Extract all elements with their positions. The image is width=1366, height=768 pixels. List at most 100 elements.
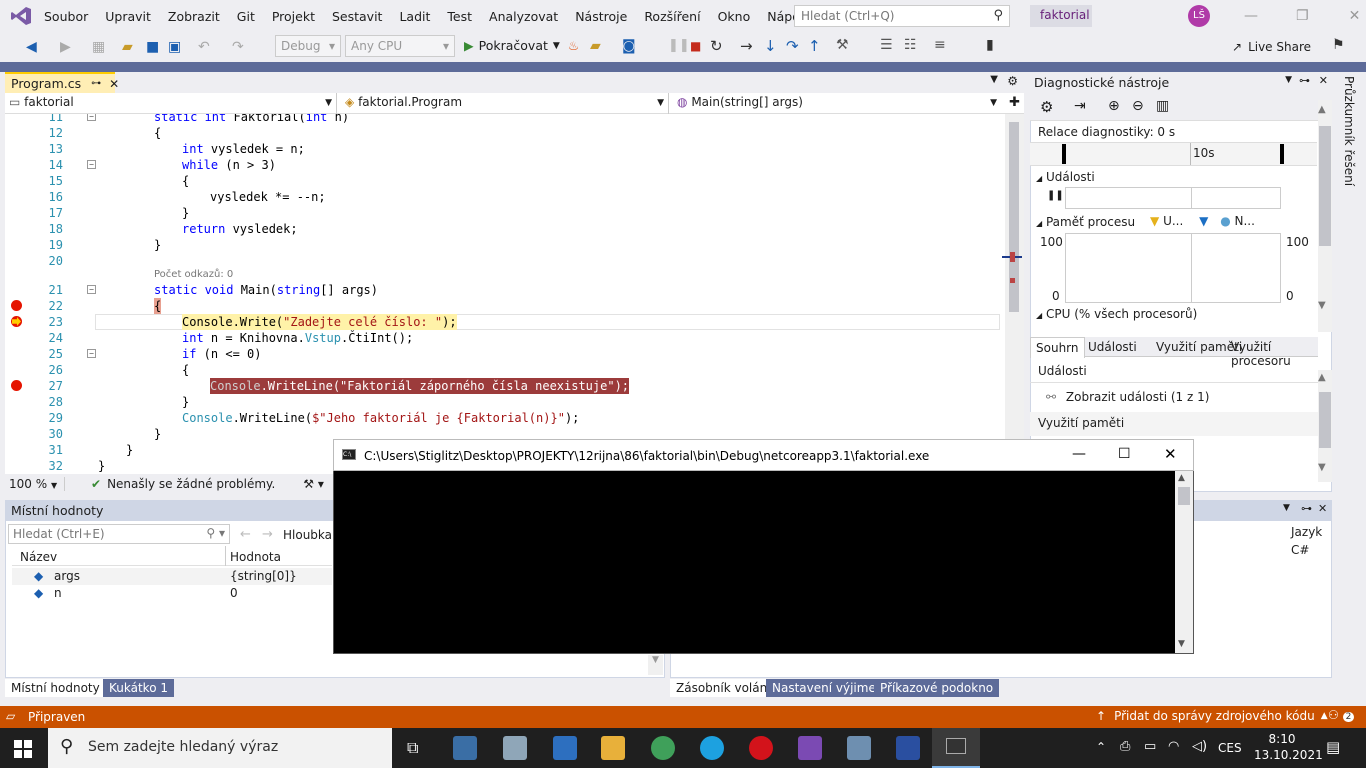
show-next-statement-icon[interactable]: → bbox=[740, 37, 753, 55]
feedback-icon[interactable]: ⚑ bbox=[1332, 37, 1345, 53]
tab-summary[interactable]: Souhrn bbox=[1030, 337, 1085, 358]
console-minimize-icon[interactable]: — bbox=[1072, 446, 1086, 462]
global-search-input[interactable]: Hledat (Ctrl+Q) ⚲ bbox=[794, 5, 1010, 27]
split-editor-icon[interactable]: ✚ bbox=[1009, 95, 1020, 110]
restore-icon[interactable]: ❐ bbox=[1296, 8, 1309, 24]
forward-icon[interactable]: ▶ bbox=[60, 39, 71, 55]
events-section-header[interactable]: ◢ Události bbox=[1036, 170, 1095, 184]
back-icon[interactable]: ◀ bbox=[26, 39, 37, 55]
user-avatar[interactable]: LŠ bbox=[1188, 5, 1210, 27]
process-icon[interactable]: ▰ bbox=[590, 38, 601, 54]
events-track[interactable] bbox=[1065, 187, 1281, 209]
locals-scroll-down-icon[interactable]: ▼ bbox=[648, 655, 663, 675]
reference-count-hint[interactable]: Počet odkazů: 0 bbox=[154, 269, 233, 280]
solution-explorer-label[interactable]: Průzkumník řešení bbox=[1342, 76, 1356, 186]
locals-row[interactable]: ◆ args {string[0]} bbox=[12, 568, 332, 585]
live-share-button[interactable]: ↗ Live Share bbox=[1232, 40, 1311, 54]
diagnostic-scrollbar[interactable]: ▲ ▼ bbox=[1318, 100, 1332, 332]
tab-watch-1[interactable]: Kukátko 1 bbox=[103, 679, 174, 697]
menu-item[interactable]: Upravit bbox=[105, 9, 151, 24]
scroll-thumb[interactable] bbox=[1319, 126, 1331, 246]
pin-icon[interactable]: ⊶ bbox=[1299, 74, 1310, 87]
continue-button[interactable]: ▶ Pokračovat ▼ ♨ bbox=[464, 38, 579, 53]
tab-memory-usage[interactable]: Využití paměti bbox=[1156, 340, 1242, 354]
menu-item[interactable]: Okno bbox=[718, 9, 751, 24]
chrome-icon[interactable] bbox=[651, 736, 675, 760]
hex-display-icon[interactable]: ⚒ bbox=[836, 37, 849, 53]
console-title-bar[interactable]: C:\ C:\Users\Stiglitz\Desktop\PROJEKTY\1… bbox=[333, 439, 1194, 471]
pin-icon[interactable]: ⊶ bbox=[1301, 502, 1312, 515]
uncomment-icon[interactable]: ☷ bbox=[904, 37, 917, 53]
battery-icon[interactable]: ▭ bbox=[1144, 739, 1156, 754]
timeline-start-handle[interactable] bbox=[1062, 144, 1066, 164]
tab-command-window[interactable]: Příkazové podokno bbox=[874, 679, 1000, 697]
undo-icon[interactable]: ↶ bbox=[198, 39, 210, 55]
menu-item[interactable]: Zobrazit bbox=[168, 9, 220, 24]
menu-item[interactable]: Analyzovat bbox=[489, 9, 558, 24]
platform-dropdown[interactable]: Any CPU ▾ bbox=[345, 35, 455, 57]
tab-cpu-usage[interactable]: Využití procesoru bbox=[1231, 340, 1318, 368]
pin-icon[interactable]: ⊶ bbox=[91, 78, 101, 89]
save-app-icon[interactable] bbox=[896, 736, 920, 760]
diagnostic-timeline[interactable]: 10s bbox=[1030, 142, 1317, 166]
visual-studio-taskbar-icon[interactable] bbox=[798, 736, 822, 760]
collapse-icon[interactable]: − bbox=[87, 285, 96, 294]
step-into-icon[interactable]: ↓ bbox=[764, 37, 777, 55]
console-scrollbar[interactable]: ▲ ▼ bbox=[1175, 471, 1193, 653]
scroll-thumb[interactable] bbox=[1178, 487, 1190, 505]
store-app-icon[interactable] bbox=[553, 736, 577, 760]
close-window-icon[interactable]: ✕ bbox=[1349, 8, 1361, 24]
menu-item[interactable]: Git bbox=[237, 9, 255, 24]
collapse-icon[interactable]: − bbox=[87, 114, 96, 121]
reset-view-icon[interactable]: ▥ bbox=[1156, 98, 1169, 114]
zoom-dropdown[interactable]: 100 % ▼ bbox=[5, 477, 65, 491]
tab-program-cs[interactable]: Program.cs ⊶ ✕ bbox=[5, 72, 119, 93]
memory-graph[interactable] bbox=[1065, 233, 1281, 303]
collapse-icon[interactable]: − bbox=[87, 160, 96, 169]
settings-icon[interactable]: ⚙ bbox=[1040, 98, 1053, 116]
timeline-end-handle[interactable] bbox=[1280, 144, 1284, 164]
memory-section-header[interactable]: ◢ Paměť procesu bbox=[1036, 215, 1135, 229]
show-hidden-icons-icon[interactable]: ⌃ bbox=[1096, 740, 1106, 754]
step-over-icon[interactable]: ↷ bbox=[786, 37, 799, 55]
tab-call-stack[interactable]: Zásobník volání bbox=[670, 679, 777, 697]
show-events-link[interactable]: ⚯ Zobrazit události (1 z 1) bbox=[1046, 390, 1209, 404]
menu-item[interactable]: Nástroje bbox=[575, 9, 627, 24]
pause-events-icon[interactable]: ❚❚ bbox=[1047, 190, 1064, 201]
editor-vertical-scrollbar[interactable] bbox=[1002, 114, 1024, 474]
export-icon[interactable]: ⇥ bbox=[1074, 98, 1086, 114]
zoom-in-icon[interactable]: ⊕ bbox=[1108, 98, 1120, 114]
type-dropdown[interactable]: ◈ faktorial.Program ▼ bbox=[341, 93, 669, 114]
step-out-icon[interactable]: ↑ bbox=[808, 37, 821, 55]
console-close-icon[interactable]: ✕ bbox=[1164, 445, 1177, 463]
pause-icon[interactable]: ❚❚ bbox=[668, 38, 690, 53]
column-name-header[interactable]: Název bbox=[20, 550, 57, 564]
system-clock[interactable]: 8:10 13.10.2021 bbox=[1254, 731, 1323, 763]
save-all-icon[interactable]: ▣ bbox=[168, 39, 181, 55]
project-dropdown[interactable]: ▭ faktorial ▼ bbox=[5, 93, 337, 114]
wifi-icon[interactable]: ◠ bbox=[1168, 739, 1179, 754]
file-explorer-icon[interactable] bbox=[601, 736, 625, 760]
paint-app-icon[interactable] bbox=[847, 736, 871, 760]
settings-icon[interactable]: ⚙ bbox=[1007, 74, 1018, 88]
breakpoint-icon[interactable] bbox=[11, 380, 22, 391]
action-center-icon[interactable]: ▤ bbox=[1326, 738, 1340, 756]
comment-icon[interactable]: ☰ bbox=[880, 37, 893, 53]
solution-explorer-strip[interactable]: Průzkumník řešení bbox=[1336, 72, 1366, 492]
menu-item[interactable]: Ladit bbox=[399, 9, 430, 24]
close-tab-icon[interactable]: ✕ bbox=[109, 77, 119, 91]
console-window[interactable] bbox=[333, 439, 1194, 654]
zoom-out-icon[interactable]: ⊖ bbox=[1132, 98, 1144, 114]
tab-events[interactable]: Události bbox=[1088, 340, 1137, 354]
network-icon[interactable]: ⎙ bbox=[1120, 739, 1130, 754]
console-maximize-icon[interactable]: ☐ bbox=[1118, 446, 1131, 462]
cpu-section-header[interactable]: ◢ CPU (% všech procesorů) bbox=[1036, 307, 1197, 321]
scroll-thumb[interactable] bbox=[1009, 122, 1019, 312]
restart-icon[interactable]: ↻ bbox=[710, 37, 723, 55]
photos-app-icon[interactable] bbox=[503, 736, 527, 760]
tab-exception-settings[interactable]: Nastavení výjimek bbox=[766, 679, 889, 697]
column-language-header[interactable]: Jazyk bbox=[1291, 525, 1322, 539]
panel-dropdown-icon[interactable]: ▼ bbox=[1285, 75, 1292, 85]
task-view-icon[interactable]: ⧉ bbox=[407, 738, 418, 758]
open-folder-icon[interactable]: ▰ bbox=[122, 39, 133, 55]
